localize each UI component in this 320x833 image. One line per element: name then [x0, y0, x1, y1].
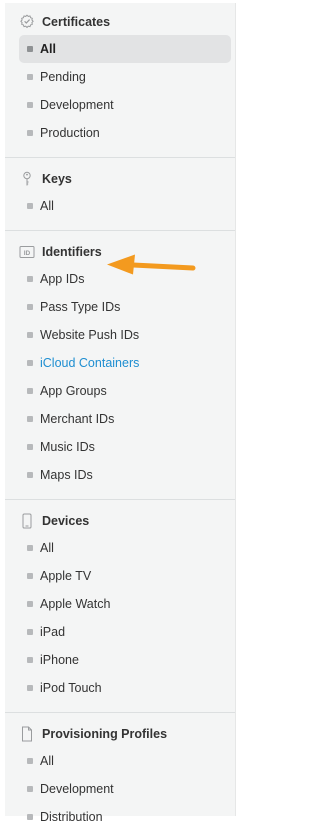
bullet-icon: [27, 74, 33, 80]
sidebar-item-label: Music IDs: [40, 440, 95, 454]
bullet-icon: [27, 573, 33, 579]
sidebar-item-pass-type-ids[interactable]: Pass Type IDs: [19, 293, 231, 321]
bullet-icon: [27, 814, 33, 820]
section-title: Identifiers: [42, 245, 102, 259]
sidebar-item-label: iPhone: [40, 653, 79, 667]
section-header-devices[interactable]: Devices: [5, 508, 235, 534]
bullet-icon: [27, 786, 33, 792]
sidebar-item-profiles-all[interactable]: All: [19, 747, 231, 775]
section-identifiers: ID Identifiers App IDs Pass Type IDs Web…: [5, 230, 235, 491]
bullet-icon: [27, 388, 33, 394]
sidebar-item-certificates-development[interactable]: Development: [19, 91, 231, 119]
sidebar-item-maps-ids[interactable]: Maps IDs: [19, 461, 231, 489]
sidebar-item-label: Distribution: [40, 810, 103, 824]
sidebar-item-ipad[interactable]: iPad: [19, 618, 231, 646]
bullet-icon: [27, 758, 33, 764]
bullet-icon: [27, 276, 33, 282]
sidebar-item-icloud-containers[interactable]: iCloud Containers: [19, 349, 231, 377]
sidebar-item-label: iCloud Containers: [40, 356, 140, 370]
sidebar-item-label: Development: [40, 782, 114, 796]
sidebar-item-certificates-all[interactable]: All: [19, 35, 231, 63]
section-header-certificates[interactable]: Certificates: [5, 9, 235, 35]
section-header-identifiers[interactable]: ID Identifiers: [5, 239, 235, 265]
sidebar-item-label: App Groups: [40, 384, 107, 398]
section-title: Devices: [42, 514, 90, 528]
sidebar-item-ipod-touch[interactable]: iPod Touch: [19, 674, 231, 702]
bullet-icon: [27, 102, 33, 108]
bullet-icon: [27, 545, 33, 551]
sidebar-item-label: iPod Touch: [40, 681, 102, 695]
bullet-icon: [27, 332, 33, 338]
key-icon: [19, 171, 35, 187]
sidebar-item-keys-all[interactable]: All: [19, 192, 231, 220]
sidebar-item-label: All: [40, 42, 56, 56]
id-icon-text: ID: [24, 250, 31, 257]
sidebar-item-certificates-pending[interactable]: Pending: [19, 63, 231, 91]
bullet-icon: [27, 685, 33, 691]
section-header-provisioning-profiles[interactable]: Provisioning Profiles: [5, 721, 235, 747]
sidebar-item-label: All: [40, 199, 54, 213]
section-title: Provisioning Profiles: [42, 727, 168, 741]
bullet-icon: [27, 304, 33, 310]
bullet-icon: [27, 629, 33, 635]
section-devices: Devices All Apple TV Apple Watch iPad iP…: [5, 499, 235, 704]
sidebar-item-label: App IDs: [40, 272, 85, 286]
section-certificates: Certificates All Pending Development Pro…: [5, 3, 235, 149]
sidebar-item-label: Apple Watch: [40, 597, 111, 611]
sidebar-item-iphone[interactable]: iPhone: [19, 646, 231, 674]
section-provisioning-profiles: Provisioning Profiles All Development Di…: [5, 712, 235, 833]
sidebar-item-label: Apple TV: [40, 569, 92, 583]
bullet-icon: [27, 444, 33, 450]
sidebar-item-certificates-production[interactable]: Production: [19, 119, 231, 147]
section-keys: Keys All: [5, 157, 235, 222]
sidebar-item-label: Merchant IDs: [40, 412, 115, 426]
bullet-icon: [27, 46, 33, 52]
bullet-icon: [27, 472, 33, 478]
bullet-icon: [27, 130, 33, 136]
device-icon: [19, 513, 35, 529]
bullet-icon: [27, 601, 33, 607]
sidebar-item-apple-watch[interactable]: Apple Watch: [19, 590, 231, 618]
bullet-icon: [27, 416, 33, 422]
bullet-icon: [27, 360, 33, 366]
sidebar-item-merchant-ids[interactable]: Merchant IDs: [19, 405, 231, 433]
bullet-icon: [27, 657, 33, 663]
sidebar-item-label: Development: [40, 98, 114, 112]
document-icon: [19, 726, 35, 742]
sidebar-item-label: All: [40, 541, 54, 555]
sidebar-item-label: Pass Type IDs: [40, 300, 121, 314]
sidebar-item-label: Website Push IDs: [40, 328, 140, 342]
sidebar-item-label: Maps IDs: [40, 468, 93, 482]
sidebar-item-profiles-development[interactable]: Development: [19, 775, 231, 803]
sidebar-item-website-push-ids[interactable]: Website Push IDs: [19, 321, 231, 349]
sidebar: Certificates All Pending Development Pro…: [5, 3, 236, 824]
sidebar-item-label: All: [40, 754, 54, 768]
sidebar-item-profiles-distribution[interactable]: Distribution: [19, 803, 231, 831]
sidebar-item-devices-all[interactable]: All: [19, 534, 231, 562]
sidebar-item-app-groups[interactable]: App Groups: [19, 377, 231, 405]
id-icon: ID: [19, 244, 35, 260]
sidebar-item-app-ids[interactable]: App IDs: [19, 265, 231, 293]
sidebar-item-music-ids[interactable]: Music IDs: [19, 433, 231, 461]
sidebar-item-label: Pending: [40, 70, 86, 84]
section-header-keys[interactable]: Keys: [5, 166, 235, 192]
sidebar-item-label: Production: [40, 126, 100, 140]
certificate-badge-icon: [19, 14, 35, 30]
sidebar-item-apple-tv[interactable]: Apple TV: [19, 562, 231, 590]
sidebar-item-label: iPad: [40, 625, 66, 639]
section-title: Certificates: [42, 15, 111, 29]
bullet-icon: [27, 203, 33, 209]
section-title: Keys: [42, 172, 72, 186]
